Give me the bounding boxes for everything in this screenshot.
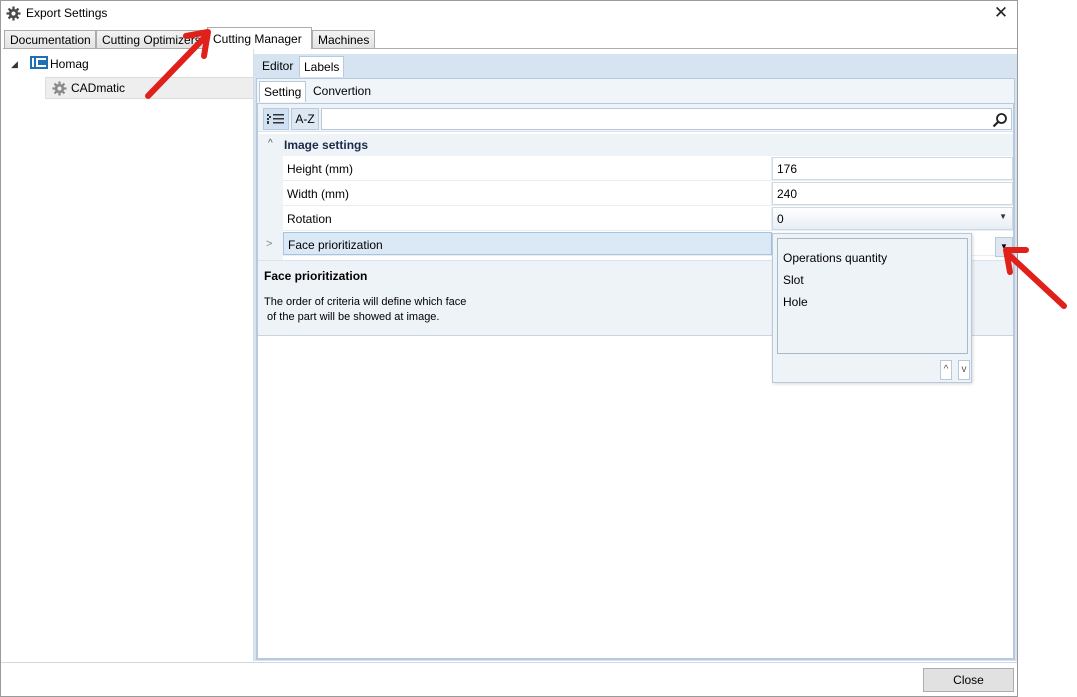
tab-setting[interactable]: Setting [259,81,307,102]
list-item[interactable]: Operations quantity [783,251,887,265]
description-title: Face prioritization [264,269,368,283]
width-input[interactable]: 240 [772,182,1013,205]
move-up-button[interactable]: ^ [940,360,952,380]
gear-icon [52,81,67,96]
height-input[interactable]: 176 [772,157,1013,180]
categorized-glyph [267,114,284,124]
tree-item-cadmatic[interactable]: CADmatic [45,77,254,99]
description-text: The order of criteria will define which … [264,296,467,323]
tab-cutting-manager[interactable]: Cutting Manager [207,27,312,49]
property-name: Face prioritization [283,232,772,255]
search-input[interactable] [321,108,1012,130]
collapse-chevron-icon[interactable]: ^ [268,138,273,149]
tab-documentation[interactable]: Documentation [4,30,96,49]
property-grid-toolbar: A-Z [258,104,1013,132]
close-icon[interactable]: ✕ [991,3,1011,23]
tab-machines[interactable]: Machines [312,30,375,49]
close-button[interactable]: Close [923,668,1014,692]
property-row-rotation[interactable]: Rotation 0 [283,206,1013,231]
rotation-select[interactable]: 0 [772,207,1013,230]
homag-logo-icon [30,56,48,69]
row-expand-icon[interactable]: > [266,238,272,250]
priority-list[interactable]: Operations quantity Slot Hole [777,238,968,354]
search-icon[interactable] [992,112,1008,128]
tree-item-homag[interactable]: Homag [50,57,89,71]
move-down-button[interactable]: v [958,360,970,380]
window-title: Export Settings [26,6,108,20]
property-row-height[interactable]: Height (mm) 176 [283,156,1013,181]
face-prioritization-dropdown: Operations quantity Slot Hole ^ v [772,233,972,383]
property-name: Rotation [283,207,772,230]
property-row-width[interactable]: Width (mm) 240 [283,181,1013,206]
categorized-icon[interactable] [263,108,289,130]
property-name: Height (mm) [283,157,772,180]
tab-labels[interactable]: Labels [299,56,345,77]
tab-cutting-optimizers[interactable]: Cutting Optimizers [96,30,206,49]
sort-az-button[interactable]: A-Z [291,108,319,130]
gear-icon [6,6,21,21]
category-label: Image settings [284,138,369,152]
footer-bar: Close [1,662,1017,696]
category-image-settings[interactable]: ^ Image settings [258,134,1013,156]
list-item[interactable]: Slot [783,273,804,287]
tab-convertion[interactable]: Convertion [309,81,375,102]
tree-panel: ◢ Homag CADmatic [3,49,254,661]
tree-expand-icon[interactable]: ◢ [11,59,18,70]
list-item[interactable]: Hole [783,295,808,309]
title-bar: Export Settings ✕ [1,1,1017,27]
property-name: Width (mm) [283,182,772,205]
dropdown-toggle-icon[interactable]: ▼ [995,237,1013,257]
tree-item-cadmatic-label: CADmatic [71,81,126,95]
tab-editor[interactable]: Editor [258,56,297,77]
